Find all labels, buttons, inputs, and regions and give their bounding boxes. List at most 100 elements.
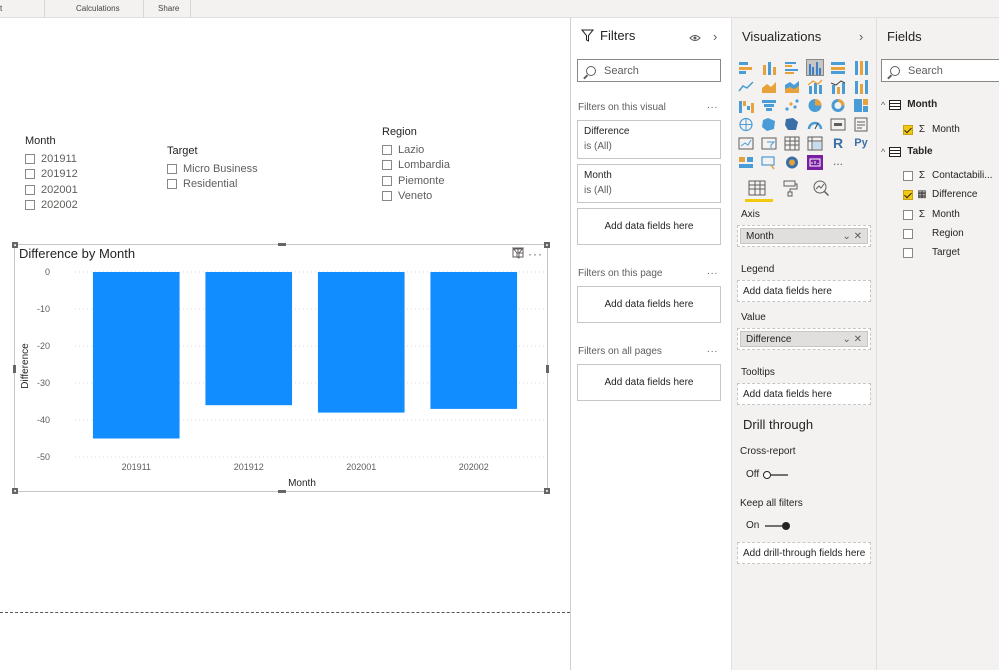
slicer-item[interactable]: Lombardia: [382, 158, 450, 174]
r-script-visual-icon[interactable]: R: [830, 136, 846, 151]
chevron-down-icon[interactable]: ⌄ ✕: [842, 231, 862, 242]
keep-all-filters-toggle[interactable]: On: [746, 520, 792, 531]
checkbox[interactable]: [903, 228, 913, 239]
value-field-pill[interactable]: Difference ⌄ ✕: [740, 331, 868, 347]
axis-field-pill[interactable]: Month ⌄ ✕: [740, 228, 868, 244]
filters-search-input[interactable]: Search: [577, 59, 721, 82]
checkbox[interactable]: [382, 191, 392, 202]
chevron-down-icon[interactable]: ⌄ ✕: [842, 334, 862, 345]
checkbox[interactable]: [167, 179, 177, 190]
treemap-icon[interactable]: [853, 98, 869, 113]
collapse-chevron-icon[interactable]: ›: [859, 29, 863, 44]
bar[interactable]: [317, 272, 405, 413]
slicer-item[interactable]: Veneto: [382, 189, 450, 205]
100-stacked-bar-chart-icon[interactable]: [830, 60, 846, 75]
slicer-item[interactable]: 202002: [25, 198, 78, 214]
bar[interactable]: [205, 272, 293, 406]
slicer-item[interactable]: Piemonte: [382, 173, 450, 189]
stacked-column-chart-icon[interactable]: [761, 60, 777, 75]
resize-handle[interactable]: [544, 242, 550, 248]
slicer-item[interactable]: 201911: [25, 151, 78, 167]
python-visual-icon[interactable]: Py: [853, 136, 869, 151]
resize-handle[interactable]: [278, 490, 286, 493]
table-node-month[interactable]: ^ Month: [881, 99, 937, 110]
checkbox-checked[interactable]: [903, 189, 913, 200]
100-stacked-column-chart-icon[interactable]: [853, 60, 869, 75]
drill-through-well[interactable]: Add drill-through fields here: [737, 542, 871, 564]
checkbox[interactable]: [903, 247, 913, 258]
stacked-bar-chart-icon[interactable]: [738, 60, 754, 75]
bar[interactable]: [430, 272, 518, 409]
add-visual-filter-well[interactable]: Add data fields here: [577, 208, 721, 245]
card-icon[interactable]: [830, 117, 846, 132]
checkbox[interactable]: [25, 184, 35, 195]
checkbox[interactable]: [167, 163, 177, 174]
slicer-item[interactable]: Micro Business: [167, 161, 258, 177]
field-row[interactable]: Σ Contactabili...: [903, 170, 993, 181]
donut-chart-icon[interactable]: [830, 98, 846, 113]
collapse-chevron-icon[interactable]: ›: [713, 29, 717, 44]
gauge-icon[interactable]: [807, 117, 823, 132]
format-paint-roller-icon[interactable]: [782, 180, 798, 202]
waterfall-chart-icon[interactable]: [738, 98, 754, 113]
slicer-item[interactable]: 201912: [25, 167, 78, 183]
more-options-icon[interactable]: ...: [707, 100, 718, 111]
filter-card-difference[interactable]: Difference is (All): [577, 120, 721, 159]
more-options-icon[interactable]: ...: [707, 266, 718, 277]
filter-card-month[interactable]: Month is (All): [577, 164, 721, 203]
checkbox-checked[interactable]: [903, 124, 913, 135]
analytics-magnifier-icon[interactable]: [812, 179, 830, 202]
chevron-up-icon[interactable]: ^: [881, 100, 885, 110]
qa-visual-icon[interactable]: [784, 155, 800, 170]
slicer-item[interactable]: Lazio: [382, 142, 450, 158]
checkbox[interactable]: [382, 144, 392, 155]
slicer-item[interactable]: Residential: [167, 177, 258, 193]
slicer-item[interactable]: 202001: [25, 182, 78, 198]
resize-handle[interactable]: [12, 488, 18, 494]
shape-map-icon[interactable]: [784, 117, 800, 132]
chevron-up-icon[interactable]: ^: [881, 147, 885, 157]
multi-row-card-icon[interactable]: [853, 117, 869, 132]
filled-map-icon[interactable]: [761, 117, 777, 132]
custom-visual-icon[interactable]: [807, 155, 823, 170]
key-influencers-icon[interactable]: [738, 155, 754, 170]
kpi-icon[interactable]: [738, 136, 754, 151]
field-row[interactable]: Σ Month: [903, 124, 960, 135]
funnel-chart-icon[interactable]: [761, 98, 777, 113]
ribbon-group-label[interactable]: t: [0, 4, 2, 13]
slicer-icon[interactable]: [761, 136, 777, 151]
resize-handle[interactable]: [12, 242, 18, 248]
tooltips-well[interactable]: Add data fields here: [737, 383, 871, 405]
more-visuals-icon[interactable]: ...: [830, 155, 846, 170]
resize-handle[interactable]: [544, 488, 550, 494]
slicer-month[interactable]: Month 201911 201912 202001 202002: [25, 135, 78, 213]
add-report-filter-well[interactable]: Add data fields here: [577, 364, 721, 401]
cross-report-toggle[interactable]: Off: [746, 469, 792, 480]
field-row[interactable]: Target: [903, 247, 960, 258]
pie-chart-icon[interactable]: [807, 98, 823, 113]
clustered-column-chart-icon[interactable]: [806, 59, 824, 76]
ribbon-chart-icon[interactable]: [853, 79, 869, 94]
matrix-icon[interactable]: [807, 136, 823, 151]
slicer-target[interactable]: Target Micro Business Residential: [167, 145, 258, 192]
more-options-icon[interactable]: ···: [528, 247, 543, 261]
resize-handle[interactable]: [13, 365, 16, 373]
eye-icon[interactable]: [689, 30, 701, 48]
value-well[interactable]: Difference ⌄ ✕: [737, 328, 871, 350]
checkbox[interactable]: [903, 209, 913, 220]
resize-handle[interactable]: [546, 365, 549, 373]
axis-well[interactable]: Month ⌄ ✕: [737, 225, 871, 247]
field-row[interactable]: Region: [903, 228, 964, 239]
area-chart-icon[interactable]: [761, 79, 777, 94]
fields-search-input[interactable]: Search: [881, 59, 999, 82]
checkbox[interactable]: [25, 153, 35, 164]
clustered-bar-chart-icon[interactable]: [784, 60, 800, 75]
checkbox[interactable]: [382, 175, 392, 186]
slicer-region[interactable]: Region Lazio Lombardia Piemonte Veneto: [382, 126, 450, 204]
table-icon[interactable]: [784, 136, 800, 151]
more-options-icon[interactable]: ...: [707, 344, 718, 355]
resize-handle[interactable]: [278, 243, 286, 246]
bar[interactable]: [92, 272, 180, 439]
ribbon-group-calculations[interactable]: Calculations: [76, 4, 120, 13]
line-chart-icon[interactable]: [738, 79, 754, 94]
